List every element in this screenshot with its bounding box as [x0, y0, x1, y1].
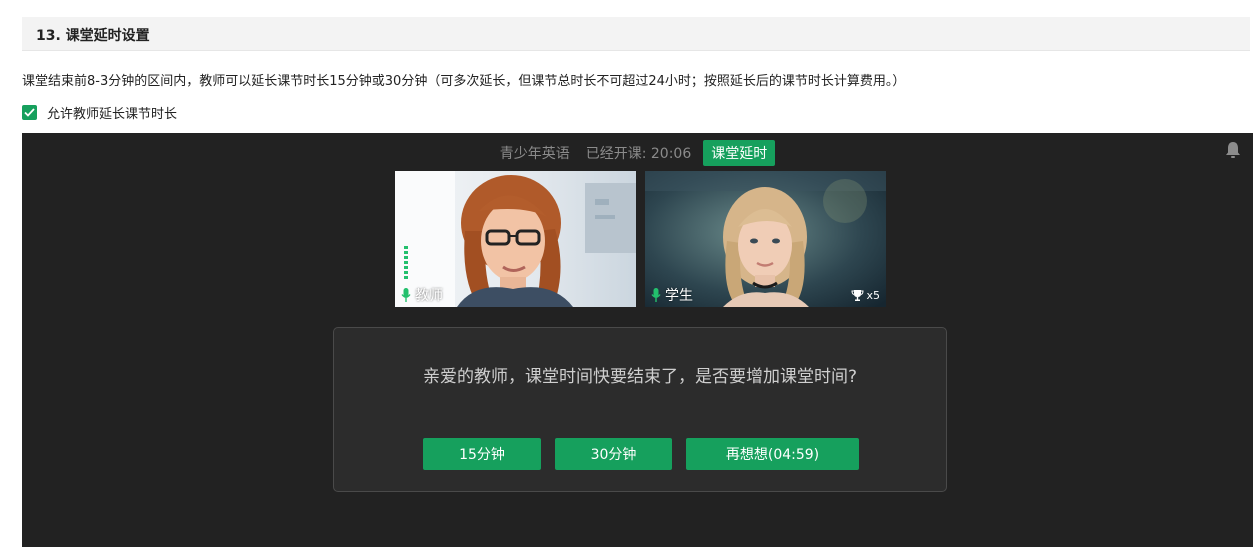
- classroom-preview: 青少年英语 已经开课: 20:06 课堂延时 教师 学生 x5 亲爱的教师，课堂…: [22, 133, 1253, 547]
- extend-30-button[interactable]: 30分钟: [555, 438, 672, 470]
- allow-extend-setting[interactable]: 允许教师延长课节时长: [22, 103, 178, 122]
- trophy-award: x5: [851, 289, 880, 302]
- volume-indicator: [404, 246, 408, 279]
- trophy-count: x5: [866, 288, 880, 302]
- teacher-name-label: 教师: [415, 288, 443, 304]
- elapsed-time: 已经开课: 20:06: [585, 146, 692, 162]
- dialog-message: 亲爱的教师，课堂时间快要结束了，是否要增加课堂时间?: [422, 367, 858, 387]
- teacher-tile-footer: 教师: [395, 283, 636, 307]
- teacher-video-tile: 教师: [395, 171, 636, 307]
- mic-icon: [651, 288, 661, 302]
- section-description: 课堂结束前8-3分钟的区间内，教师可以延长课节时长15分钟或30分钟（可多次延长…: [22, 74, 906, 89]
- student-tile-footer: 学生 x5: [645, 283, 886, 307]
- think-again-button[interactable]: 再想想(04:59): [686, 438, 859, 470]
- bell-icon[interactable]: [1225, 141, 1241, 159]
- section-header: 13. 课堂延时设置: [22, 17, 1250, 51]
- student-name-label: 学生: [665, 288, 693, 304]
- allow-extend-checkbox[interactable]: [22, 104, 37, 120]
- extend-15-button[interactable]: 15分钟: [423, 438, 541, 470]
- trophy-icon: [851, 289, 864, 301]
- classroom-topbar: 青少年英语 已经开课: 20:06 课堂延时: [22, 140, 1253, 166]
- extend-class-dialog: 亲爱的教师，课堂时间快要结束了，是否要增加课堂时间? 15分钟 30分钟 再想想…: [333, 327, 947, 492]
- section-title: 13. 课堂延时设置: [36, 28, 150, 44]
- student-video-tile: 学生 x5: [645, 171, 886, 307]
- check-icon: [24, 107, 35, 117]
- class-extend-button[interactable]: 课堂延时: [703, 140, 776, 166]
- mic-icon: [401, 288, 411, 302]
- course-name: 青少年英语: [499, 146, 570, 162]
- allow-extend-label: 允许教师延长课节时长: [47, 106, 178, 122]
